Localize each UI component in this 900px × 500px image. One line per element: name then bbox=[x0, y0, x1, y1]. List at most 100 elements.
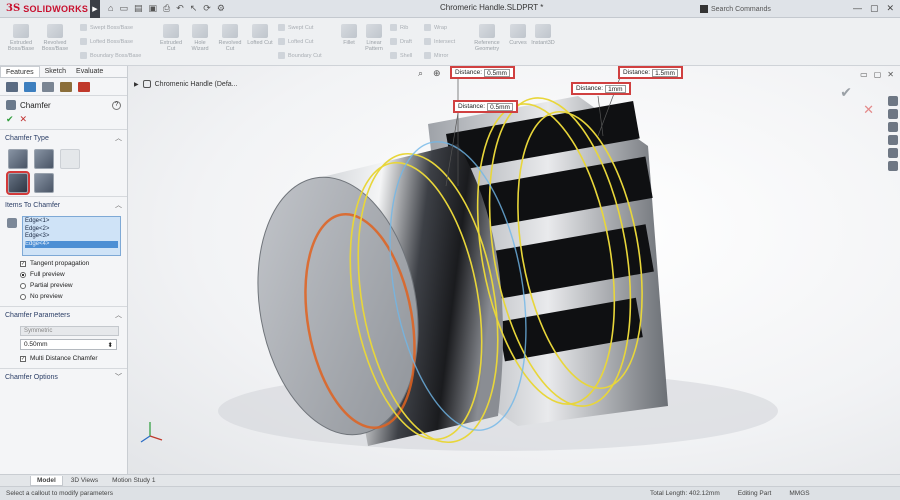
edge-selection-list[interactable]: Edge<1> Edge<2> Edge<3> Edge<4> bbox=[22, 216, 121, 256]
property-manager-icon[interactable] bbox=[24, 82, 36, 92]
cancel-x-icon[interactable]: ✕ bbox=[20, 114, 28, 125]
lofted-cut-small-button[interactable]: Lofted Cut bbox=[278, 38, 313, 45]
swept-boss-button[interactable]: Swept Boss/Base bbox=[80, 24, 133, 31]
rib-button[interactable]: Rib bbox=[390, 24, 408, 31]
options-icon[interactable]: ⚙ bbox=[217, 3, 225, 14]
undo-icon[interactable]: ↶ bbox=[176, 3, 184, 14]
distance-callout-input[interactable]: 0.5mm bbox=[484, 68, 510, 77]
distance-callout-input[interactable]: 1mm bbox=[605, 84, 626, 93]
menu-expand-icon[interactable]: ▶ bbox=[90, 0, 100, 18]
home-icon[interactable]: ⌂ bbox=[108, 3, 113, 14]
display-manager-icon[interactable] bbox=[78, 82, 90, 92]
list-item[interactable]: Edge<1> bbox=[25, 218, 118, 226]
close-icon[interactable]: ✕ bbox=[886, 3, 894, 14]
spin-arrows-icon[interactable]: ⬍ bbox=[108, 341, 113, 349]
print-icon[interactable]: ⎙ bbox=[163, 3, 170, 14]
boundary-cut-button[interactable]: Boundary Cut bbox=[278, 52, 322, 59]
ok-check-icon[interactable]: ✔ bbox=[6, 114, 14, 125]
design-library-icon[interactable] bbox=[888, 109, 898, 119]
part-model[interactable] bbox=[128, 66, 900, 474]
shell-button[interactable]: Shell bbox=[390, 52, 412, 59]
vertex-type-button[interactable] bbox=[60, 149, 80, 169]
extruded-boss-button[interactable]: Extruded Boss/Base bbox=[6, 24, 36, 52]
graphics-area[interactable]: ▶ Chromenic Handle (Defa... ⌕ ⊕ ↶ ◧ ▭ ▢ … bbox=[128, 66, 900, 474]
list-item[interactable]: Edge<4> bbox=[25, 240, 118, 248]
multi-distance-checkbox[interactable]: ✓ bbox=[20, 355, 26, 362]
distance-callout-1[interactable]: Distance: 0.5mm bbox=[450, 66, 515, 79]
tangent-propagation-checkbox[interactable]: ✓ bbox=[20, 260, 26, 267]
list-item[interactable]: Edge<3> bbox=[25, 233, 118, 241]
search-commands[interactable]: Search Commands bbox=[700, 3, 840, 15]
distance-callout-input[interactable]: 1.5mm bbox=[652, 68, 678, 77]
feature-manager-icon[interactable] bbox=[6, 82, 18, 92]
file-explorer-icon[interactable] bbox=[888, 122, 898, 132]
instant3d-button[interactable]: Instant3D bbox=[530, 24, 556, 46]
appearances-icon[interactable] bbox=[888, 148, 898, 158]
revolved-boss-button[interactable]: Revolved Boss/Base bbox=[40, 24, 70, 52]
resources-icon[interactable] bbox=[888, 96, 898, 106]
tab-model[interactable]: Model bbox=[30, 475, 63, 486]
boundary-boss-button[interactable]: Boundary Boss/Base bbox=[80, 52, 141, 59]
symmetric-dropdown[interactable]: Symmetric bbox=[20, 326, 119, 336]
curves-button[interactable]: Curves bbox=[508, 24, 528, 46]
view-palette-icon[interactable] bbox=[888, 135, 898, 145]
solidworks-logo[interactable]: 3S SOLIDWORKS bbox=[0, 3, 90, 14]
draft-button[interactable]: Draft bbox=[390, 38, 412, 45]
linear-pattern-button[interactable]: Linear Pattern bbox=[362, 24, 386, 52]
select-icon[interactable]: ↖ bbox=[190, 3, 198, 14]
hole-wizard-button[interactable]: Hole Wizard bbox=[186, 24, 214, 52]
full-preview-radio[interactable] bbox=[20, 271, 26, 278]
extruded-cut-button[interactable]: Extruded Cut bbox=[156, 24, 186, 52]
group-chamfer-type[interactable]: Chamfer Type ︿ bbox=[0, 129, 127, 146]
tab-3d-views[interactable]: 3D Views bbox=[65, 476, 104, 485]
open-icon[interactable]: ▤ bbox=[134, 3, 143, 14]
fillet-button[interactable]: Fillet bbox=[338, 24, 360, 46]
tangent-propagation-option[interactable]: ✓ Tangent propagation bbox=[0, 258, 127, 269]
reference-geometry-button[interactable]: Reference Geometry bbox=[470, 24, 504, 52]
custom-properties-icon[interactable] bbox=[888, 161, 898, 171]
mirror-button[interactable]: Mirror bbox=[424, 52, 448, 59]
offset-face-type-button[interactable] bbox=[6, 171, 30, 195]
lofted-boss-button[interactable]: Lofted Boss/Base bbox=[80, 38, 133, 45]
units-selector[interactable]: MMGS bbox=[789, 490, 809, 497]
group-chamfer-options[interactable]: Chamfer Options ﹀ bbox=[0, 368, 127, 385]
intersect-button[interactable]: Intersect bbox=[424, 38, 455, 45]
swept-cut-button[interactable]: Swept Cut bbox=[278, 24, 313, 31]
save-icon[interactable]: ▣ bbox=[148, 3, 157, 14]
partial-preview-radio[interactable] bbox=[20, 282, 26, 289]
angle-distance-type-button[interactable] bbox=[8, 149, 28, 169]
face-face-type-button[interactable] bbox=[34, 173, 54, 193]
confirm-ok-icon[interactable]: ✔ bbox=[840, 84, 852, 101]
full-preview-option[interactable]: Full preview bbox=[0, 269, 127, 280]
restore-icon[interactable]: ▢ bbox=[870, 3, 879, 14]
new-document-icon[interactable]: ▭ bbox=[119, 3, 128, 14]
tab-features[interactable]: Features bbox=[0, 66, 40, 77]
configuration-manager-icon[interactable] bbox=[42, 82, 54, 92]
distance-callout-3[interactable]: Distance: 1mm bbox=[571, 82, 631, 95]
search-input[interactable]: Search Commands bbox=[711, 6, 771, 13]
lofted-cut-button[interactable]: Lofted Cut bbox=[246, 24, 274, 46]
distance-spinbox[interactable]: 0.50mm ⬍ bbox=[20, 339, 117, 350]
help-icon[interactable]: ? bbox=[112, 100, 121, 110]
multi-distance-option[interactable]: ✓ Multi Distance Chamfer bbox=[0, 353, 127, 364]
list-item[interactable]: Edge<2> bbox=[25, 226, 118, 234]
distance-input[interactable]: 0.50mm bbox=[24, 341, 47, 348]
no-preview-option[interactable]: No preview bbox=[0, 291, 127, 302]
rebuild-icon[interactable]: ⟳ bbox=[203, 3, 211, 14]
distance-callout-input[interactable]: 0.5mm bbox=[487, 102, 513, 111]
tab-sketch[interactable]: Sketch bbox=[40, 66, 71, 77]
dimxpert-manager-icon[interactable] bbox=[60, 82, 72, 92]
distance-callout-2[interactable]: Distance: 0.5mm bbox=[453, 100, 518, 113]
group-chamfer-parameters[interactable]: Chamfer Parameters ︿ bbox=[0, 306, 127, 323]
tab-motion-study[interactable]: Motion Study 1 bbox=[106, 476, 161, 485]
minimize-icon[interactable]: — bbox=[853, 3, 862, 14]
group-items-to-chamfer[interactable]: Items To Chamfer ︿ bbox=[0, 196, 127, 213]
partial-preview-option[interactable]: Partial preview bbox=[0, 280, 127, 291]
no-preview-radio[interactable] bbox=[20, 293, 26, 300]
confirm-cancel-icon[interactable]: ✕ bbox=[863, 102, 874, 118]
wrap-button[interactable]: Wrap bbox=[424, 24, 447, 31]
tab-evaluate[interactable]: Evaluate bbox=[71, 66, 108, 77]
distance-callout-4[interactable]: Distance: 1.5mm bbox=[618, 66, 683, 79]
distance-distance-type-button[interactable] bbox=[34, 149, 54, 169]
revolved-cut-button[interactable]: Revolved Cut bbox=[216, 24, 244, 52]
